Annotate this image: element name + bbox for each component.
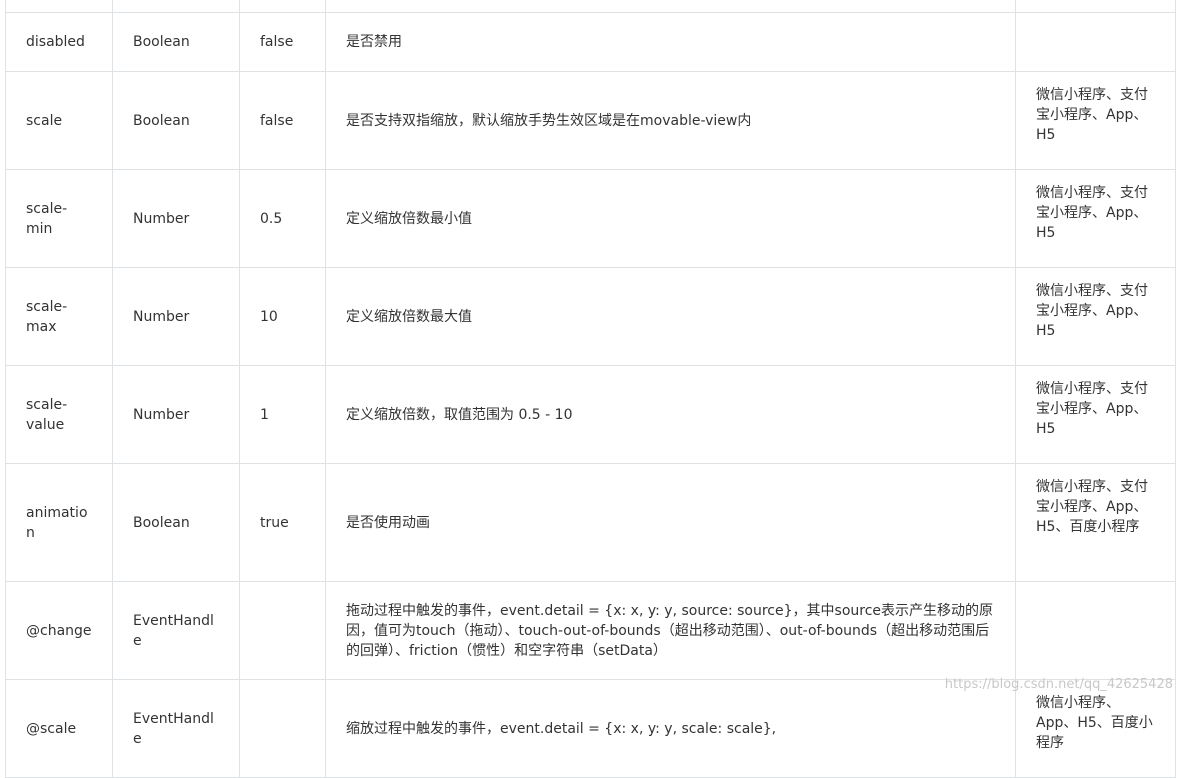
attr-name-cell: animation [5,463,113,582]
attr-platform-cell: 微信小程序、支付宝小程序、App、H5 [1015,267,1176,366]
attr-desc-cell: 拖动过程中触发的事件，event.detail = {x: x, y: y, s… [325,581,1016,680]
attr-name-cell: @scale [5,679,113,778]
attr-platform-cell: 微信小程序、支付宝小程序、App、H5 [1015,71,1176,170]
attr-default-cell: 1 [239,365,326,464]
attr-type-cell: EventHandle [112,679,240,778]
attr-name-cell: scale [5,71,113,170]
attr-default-cell: 10 [239,267,326,366]
attr-default-cell [239,0,326,13]
attr-default-cell [239,679,326,778]
attr-type-cell: Boolean [112,12,240,72]
attr-platform-cell [1015,581,1176,680]
attr-type-cell: Number [112,169,240,268]
table-row: @scale EventHandle 缩放过程中触发的事件，event.deta… [5,679,1176,778]
table-row: scale-min Number 0.5 定义缩放倍数最小值 微信小程序、支付宝… [5,169,1176,268]
attr-name-cell: disabled [5,12,113,72]
attr-platform-cell: 微信小程序、App、H5、百度小程序 [1015,679,1176,778]
attr-desc-cell: 是否使用动画 [325,463,1016,582]
attr-type-cell: EventHandle [112,581,240,680]
attr-type-cell: Number [112,365,240,464]
attr-name-cell: @change [5,581,113,680]
attr-type-cell: Number [112,267,240,366]
attr-name-cell: scale-value [5,365,113,464]
attr-desc-cell: 定义缩放倍数，取值范围为 0.5 - 10 [325,365,1016,464]
attr-desc-cell: 缩放过程中触发的事件，event.detail = {x: x, y: y, s… [325,679,1016,778]
attr-name-cell: scale-max [5,267,113,366]
attr-default-cell: true [239,463,326,582]
attr-name-cell [5,0,113,13]
table-row [5,0,1176,13]
attr-desc-cell: 是否禁用 [325,12,1016,72]
attr-type-cell [112,0,240,13]
table-row: animation Boolean true 是否使用动画 微信小程序、支付宝小… [5,463,1176,582]
attr-desc-cell: 是否支持双指缩放，默认缩放手势生效区域是在movable-view内 [325,71,1016,170]
attr-default-cell: false [239,12,326,72]
table-row: scale Boolean false 是否支持双指缩放，默认缩放手势生效区域是… [5,71,1176,170]
attr-platform-cell: 微信小程序、支付宝小程序、App、H5、百度小程序 [1015,463,1176,582]
attribute-table: disabled Boolean false 是否禁用 scale Boolea… [5,0,1176,778]
attr-desc-cell: 定义缩放倍数最大值 [325,267,1016,366]
attr-default-cell [239,581,326,680]
attr-desc-cell [325,0,1016,13]
table-row: scale-value Number 1 定义缩放倍数，取值范围为 0.5 - … [5,365,1176,464]
attr-desc-cell: 定义缩放倍数最小值 [325,169,1016,268]
attr-platform-cell: 微信小程序、支付宝小程序、App、H5 [1015,365,1176,464]
attr-name-cell: scale-min [5,169,113,268]
attr-platform-cell [1015,12,1176,72]
attr-platform-cell [1015,0,1176,13]
attr-type-cell: Boolean [112,463,240,582]
watermark: https://blog.csdn.net/qq_42625428 [944,677,1173,692]
table-row: scale-max Number 10 定义缩放倍数最大值 微信小程序、支付宝小… [5,267,1176,366]
attr-default-cell: 0.5 [239,169,326,268]
attr-default-cell: false [239,71,326,170]
table-row: @change EventHandle 拖动过程中触发的事件，event.det… [5,581,1176,680]
table-row: disabled Boolean false 是否禁用 [5,12,1176,72]
attr-platform-cell: 微信小程序、支付宝小程序、App、H5 [1015,169,1176,268]
attr-type-cell: Boolean [112,71,240,170]
